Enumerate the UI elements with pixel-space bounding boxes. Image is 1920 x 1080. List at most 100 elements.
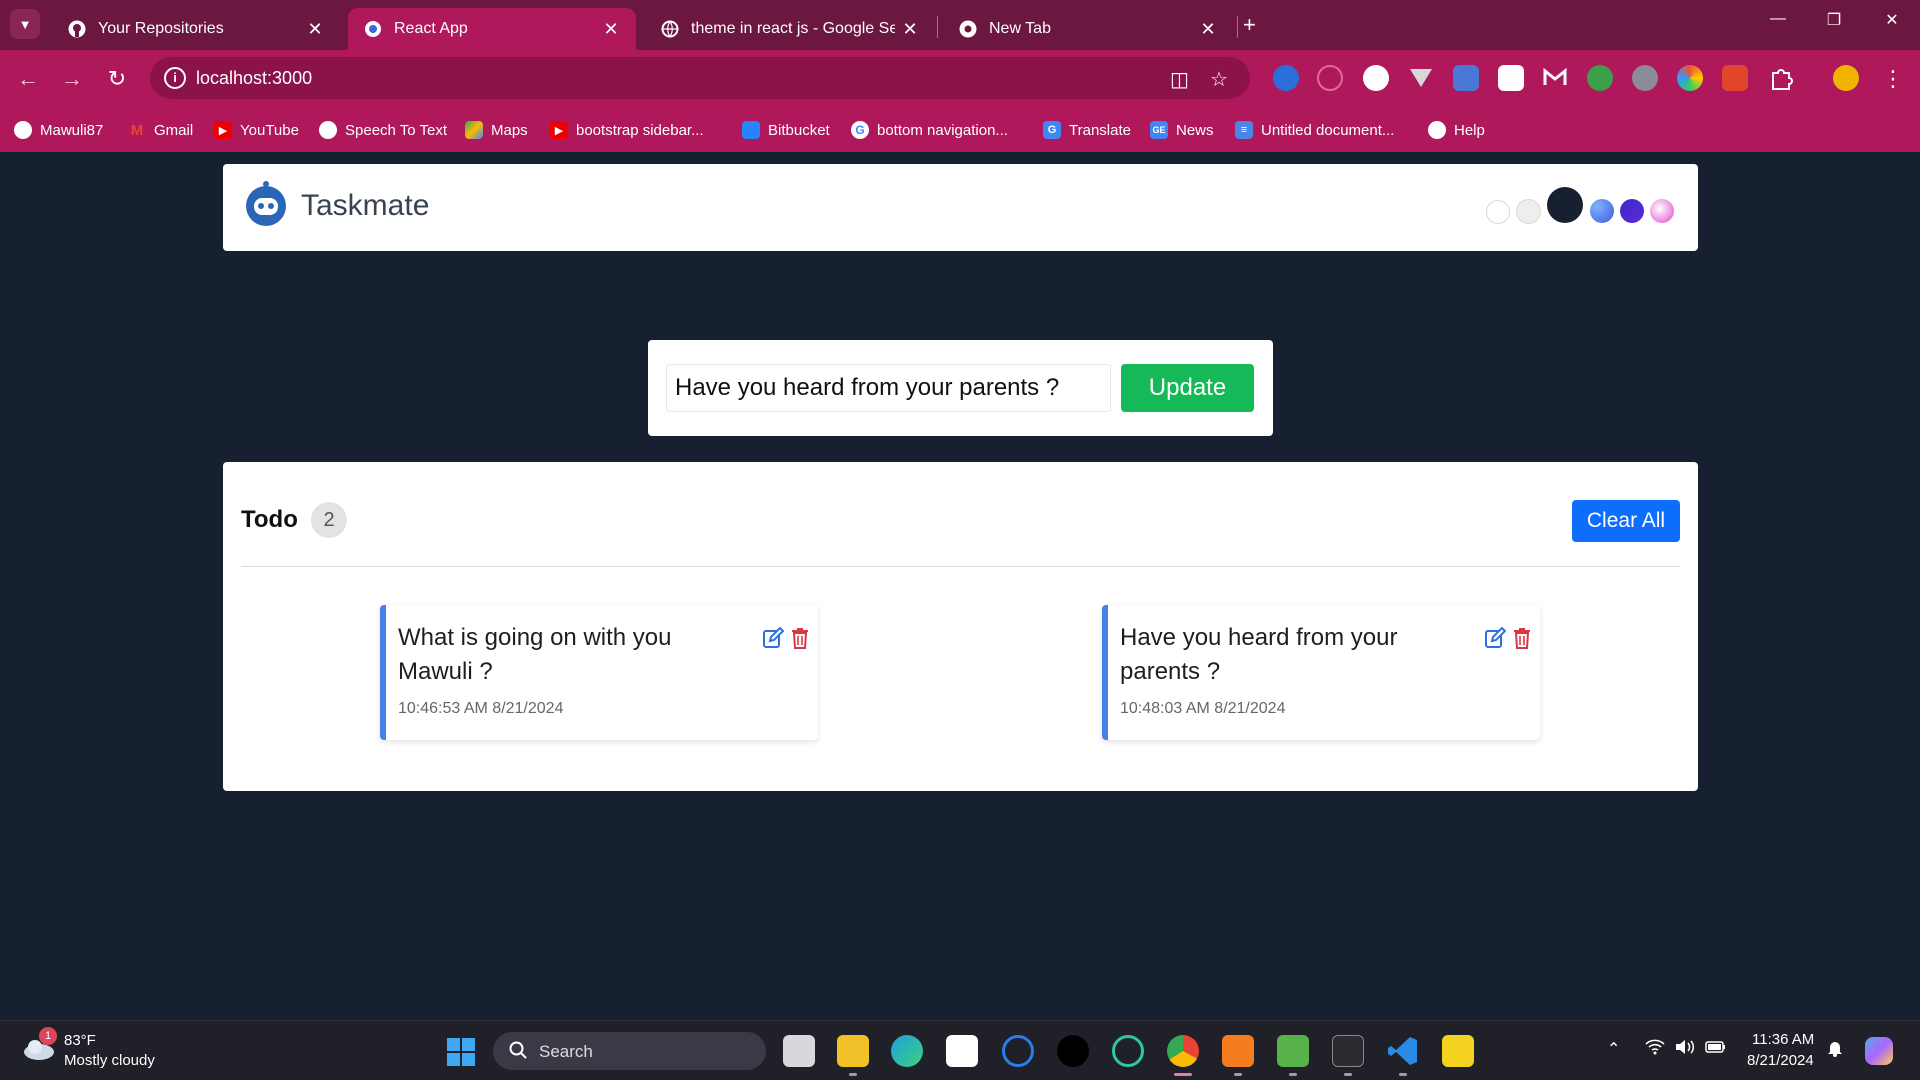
chrome-icon[interactable] [1167, 1035, 1199, 1067]
notepad-icon[interactable] [1277, 1035, 1309, 1067]
tab-strip: ▼ Your Repositories ✕ React App ✕ theme … [0, 0, 1920, 50]
theme-pink-button[interactable] [1650, 199, 1674, 223]
terminal-icon[interactable] [1332, 1035, 1364, 1067]
edge-icon[interactable] [891, 1035, 923, 1067]
address-bar[interactable]: i localhost:3000 ◫ ☆ [150, 57, 1250, 99]
bookmark-youtube[interactable]: ▶ YouTube [214, 116, 299, 144]
notification-bell-icon[interactable] [1827, 1039, 1843, 1062]
chevron-up-icon[interactable]: ⌃ [1607, 1039, 1620, 1059]
google-icon: G [851, 121, 869, 139]
extension-icon[interactable] [1632, 65, 1658, 91]
tab-separator [937, 16, 938, 38]
battery-icon[interactable] [1705, 1039, 1727, 1060]
sublime-icon[interactable] [1222, 1035, 1254, 1067]
task-card: What is going on with you Mawuli ? 10:46… [380, 605, 818, 740]
tab-new-tab[interactable]: New Tab ✕ [943, 8, 1233, 50]
taskbar-search[interactable]: Search [493, 1032, 766, 1070]
install-app-icon[interactable]: ◫ [1170, 67, 1189, 92]
bookmark-label: Mawuli87 [40, 121, 104, 139]
wifi-icon[interactable] [1645, 1039, 1665, 1060]
bookmark-label: Maps [491, 121, 528, 139]
close-icon[interactable]: ✕ [306, 19, 324, 40]
bookmark-bottom-navigation[interactable]: G bottom navigation... [851, 116, 1008, 144]
globe-icon [661, 20, 679, 38]
trash-icon[interactable] [1512, 627, 1532, 649]
todo-panel: Todo 2 Clear All What is going on with y… [223, 462, 1698, 791]
reload-icon[interactable]: ↻ [104, 66, 130, 92]
running-indicator [849, 1073, 857, 1076]
theme-gray-button[interactable] [1516, 199, 1541, 224]
weather-description[interactable]: Mostly cloudy [64, 1052, 155, 1069]
close-icon[interactable]: ✕ [901, 19, 919, 40]
new-tab-button[interactable]: + [1243, 12, 1256, 38]
forward-icon[interactable]: → [59, 66, 85, 92]
theme-dark-button[interactable] [1547, 187, 1583, 223]
vscode-icon[interactable] [1387, 1035, 1419, 1067]
task-view-icon[interactable] [783, 1035, 815, 1067]
bookmark-bitbucket[interactable]: Bitbucket [742, 116, 830, 144]
m-extension-icon[interactable] [1542, 65, 1568, 91]
tab-search-chevron-icon[interactable]: ▼ [10, 9, 40, 39]
theme-purple-button[interactable] [1620, 199, 1644, 223]
extension-icon[interactable] [1587, 65, 1613, 91]
extension-icon[interactable] [1317, 65, 1343, 91]
extension-icon[interactable] [1498, 65, 1524, 91]
bookmark-translate[interactable]: G Translate [1043, 116, 1131, 144]
copilot-icon[interactable] [1865, 1037, 1893, 1065]
close-icon[interactable]: ✕ [602, 19, 620, 40]
weather-temperature[interactable]: 83°F [64, 1032, 96, 1049]
bookmark-star-icon[interactable]: ☆ [1210, 67, 1228, 92]
news-icon: GE [1150, 121, 1168, 139]
c-app-icon[interactable] [1002, 1035, 1034, 1067]
clock-date[interactable]: 8/21/2024 [1747, 1052, 1814, 1069]
windows-start-icon[interactable] [446, 1037, 476, 1067]
bookmark-gmail[interactable]: M Gmail [128, 116, 193, 144]
theme-blue-button[interactable] [1590, 199, 1614, 223]
tiktok-icon[interactable] [1057, 1035, 1089, 1067]
bookmark-help[interactable]: Help [1428, 116, 1485, 144]
update-button[interactable]: Update [1121, 364, 1254, 412]
trash-icon[interactable] [790, 627, 810, 649]
extension-icon[interactable] [1453, 65, 1479, 91]
taskbar: 1 83°F Mostly cloudy Search ⌃ 11:36 AM 8… [0, 1020, 1920, 1080]
tab-react-app[interactable]: React App ✕ [348, 8, 636, 50]
tab-google-search[interactable]: theme in react js - Google Searc ✕ [645, 8, 935, 50]
more-menu-icon[interactable]: ⋮ [1880, 66, 1906, 92]
close-icon[interactable]: ✕ [1199, 19, 1217, 40]
player-icon[interactable] [1442, 1035, 1474, 1067]
bookmark-mawuli87[interactable]: Mawuli87 [14, 116, 103, 144]
tab-your-repositories[interactable]: Your Repositories ✕ [52, 8, 340, 50]
file-explorer-icon[interactable] [837, 1035, 869, 1067]
extension-icon[interactable] [1677, 65, 1703, 91]
clear-all-button[interactable]: Clear All [1572, 500, 1680, 542]
window-close-icon[interactable]: ✕ [1882, 10, 1902, 30]
minimize-icon[interactable]: — [1768, 10, 1788, 28]
bookmark-bootstrap-sidebar[interactable]: ▶ bootstrap sidebar... [550, 116, 704, 144]
edit-icon[interactable] [1484, 626, 1507, 649]
bookmark-label: Untitled document... [1261, 121, 1395, 139]
extension-icon[interactable] [1722, 65, 1748, 91]
extension-icon[interactable] [1363, 65, 1389, 91]
clock-time[interactable]: 11:36 AM [1752, 1031, 1814, 1048]
bookmark-speech-to-text[interactable]: Speech To Text [319, 116, 447, 144]
bookmark-news[interactable]: GE News [1150, 116, 1214, 144]
theme-light-button[interactable] [1486, 200, 1510, 224]
task-input[interactable]: Have you heard from your parents ? [666, 364, 1111, 412]
bookmark-untitled-document[interactable]: ≡ Untitled document... [1235, 116, 1394, 144]
puzzle-extensions-icon[interactable] [1768, 65, 1794, 91]
bookmark-label: bootstrap sidebar... [576, 121, 704, 139]
tab-title: New Tab [989, 20, 1051, 37]
app-icon[interactable] [1112, 1035, 1144, 1067]
edit-icon[interactable] [762, 626, 785, 649]
back-icon[interactable]: ← [15, 66, 41, 92]
volume-icon[interactable] [1675, 1039, 1695, 1060]
avatar[interactable] [1833, 65, 1859, 91]
restore-icon[interactable]: ❐ [1824, 10, 1844, 30]
bookmark-maps[interactable]: Maps [465, 116, 528, 144]
divider [241, 566, 1680, 567]
site-info-icon[interactable]: i [164, 67, 186, 89]
task-form: Have you heard from your parents ? Updat… [648, 340, 1273, 436]
vuejs-extension-icon[interactable] [1408, 65, 1434, 91]
store-icon[interactable] [946, 1035, 978, 1067]
extension-icon[interactable] [1273, 65, 1299, 91]
